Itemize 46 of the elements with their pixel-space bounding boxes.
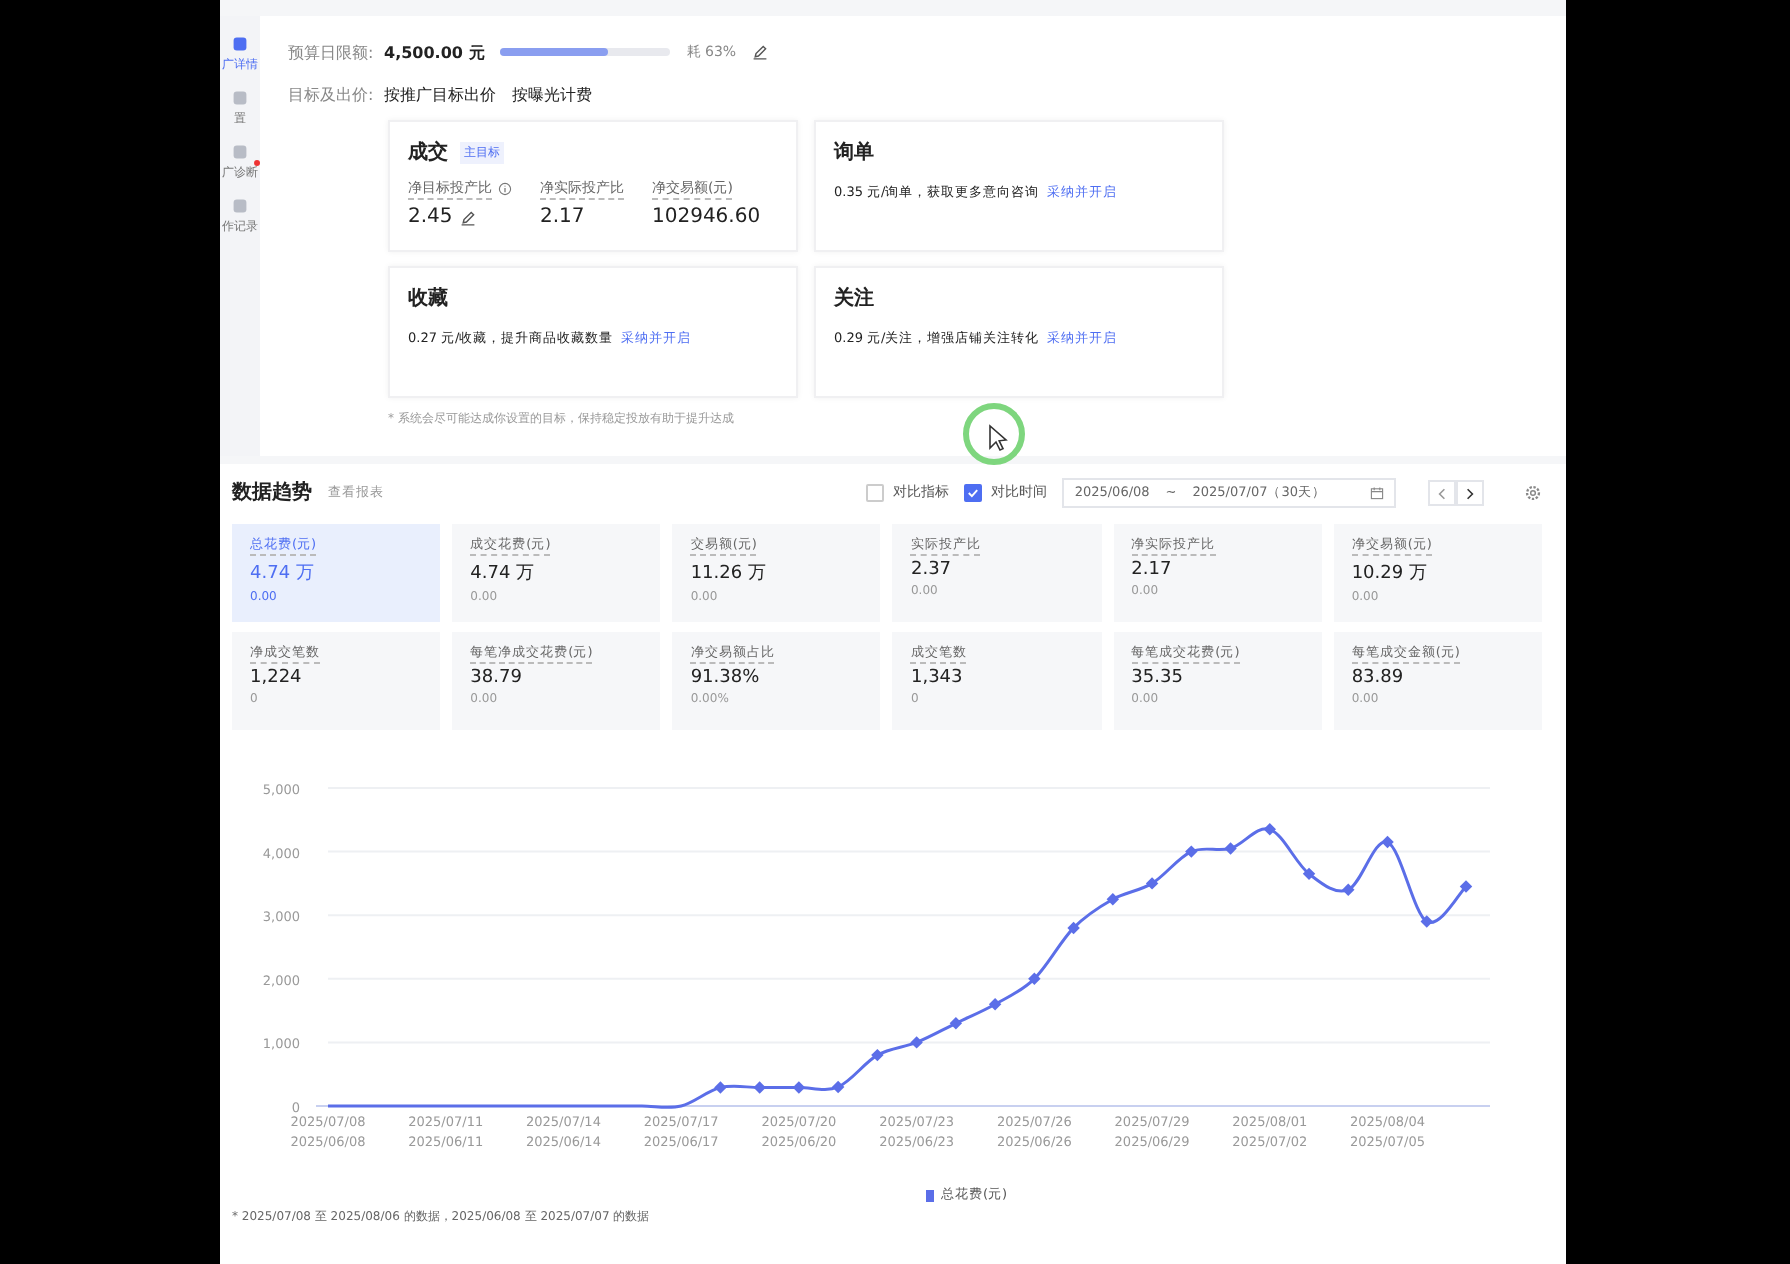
- calendar-icon: [1370, 485, 1384, 499]
- goal-title: 收藏: [408, 285, 448, 312]
- data-point: [1028, 972, 1041, 985]
- nav-icon: [232, 90, 248, 106]
- data-point: [753, 1081, 766, 1094]
- chevron-right-icon: [1462, 485, 1478, 501]
- data-point: [1342, 883, 1355, 896]
- metric-value: 2.17: [540, 206, 585, 228]
- data-point: [1106, 893, 1120, 906]
- checkbox[interactable]: [866, 483, 885, 501]
- data-point: [910, 1036, 923, 1049]
- data-point: [1263, 823, 1276, 836]
- nav-icon: [232, 36, 248, 52]
- goal-title: 关注: [834, 284, 874, 312]
- nav-icon: [232, 198, 248, 214]
- metric-value: 2.45: [408, 206, 453, 228]
- goal-title: 询单: [834, 139, 874, 166]
- data-point: [949, 1017, 963, 1030]
- data-point: [988, 998, 1002, 1011]
- data-point: [1302, 867, 1316, 881]
- edit-icon[interactable]: [460, 209, 477, 225]
- edit-icon[interactable]: [752, 44, 769, 60]
- data-point: [1185, 845, 1198, 858]
- budget-value: 4,500.00 元: [384, 41, 485, 63]
- data-point: [1381, 835, 1394, 849]
- bidding-option: 按曝光计费: [512, 83, 592, 105]
- data-point: [714, 1081, 727, 1094]
- data-point: [792, 1081, 806, 1094]
- goal-title: 成交: [408, 138, 448, 166]
- data-point: [1145, 877, 1159, 890]
- data-point: [831, 1080, 845, 1094]
- checkbox[interactable]: [964, 483, 983, 501]
- nav-icon: [232, 144, 248, 160]
- chevron-left-icon: [1434, 485, 1450, 501]
- data-point: [1067, 921, 1080, 935]
- budget-label: 预算日限额:: [288, 41, 368, 63]
- data-point: [871, 1048, 884, 1062]
- settings-icon[interactable]: [1524, 483, 1542, 501]
- data-point: [1224, 842, 1237, 855]
- bidding-label: 目标及出价:: [288, 83, 368, 105]
- section-title: 数据趋势: [232, 479, 312, 506]
- data-point: [1459, 880, 1473, 893]
- next-button[interactable]: [1456, 479, 1484, 505]
- metric-value: 102946.60: [652, 206, 761, 228]
- data-point: [1420, 915, 1433, 928]
- bidding-option: 按推广目标出价: [384, 83, 496, 105]
